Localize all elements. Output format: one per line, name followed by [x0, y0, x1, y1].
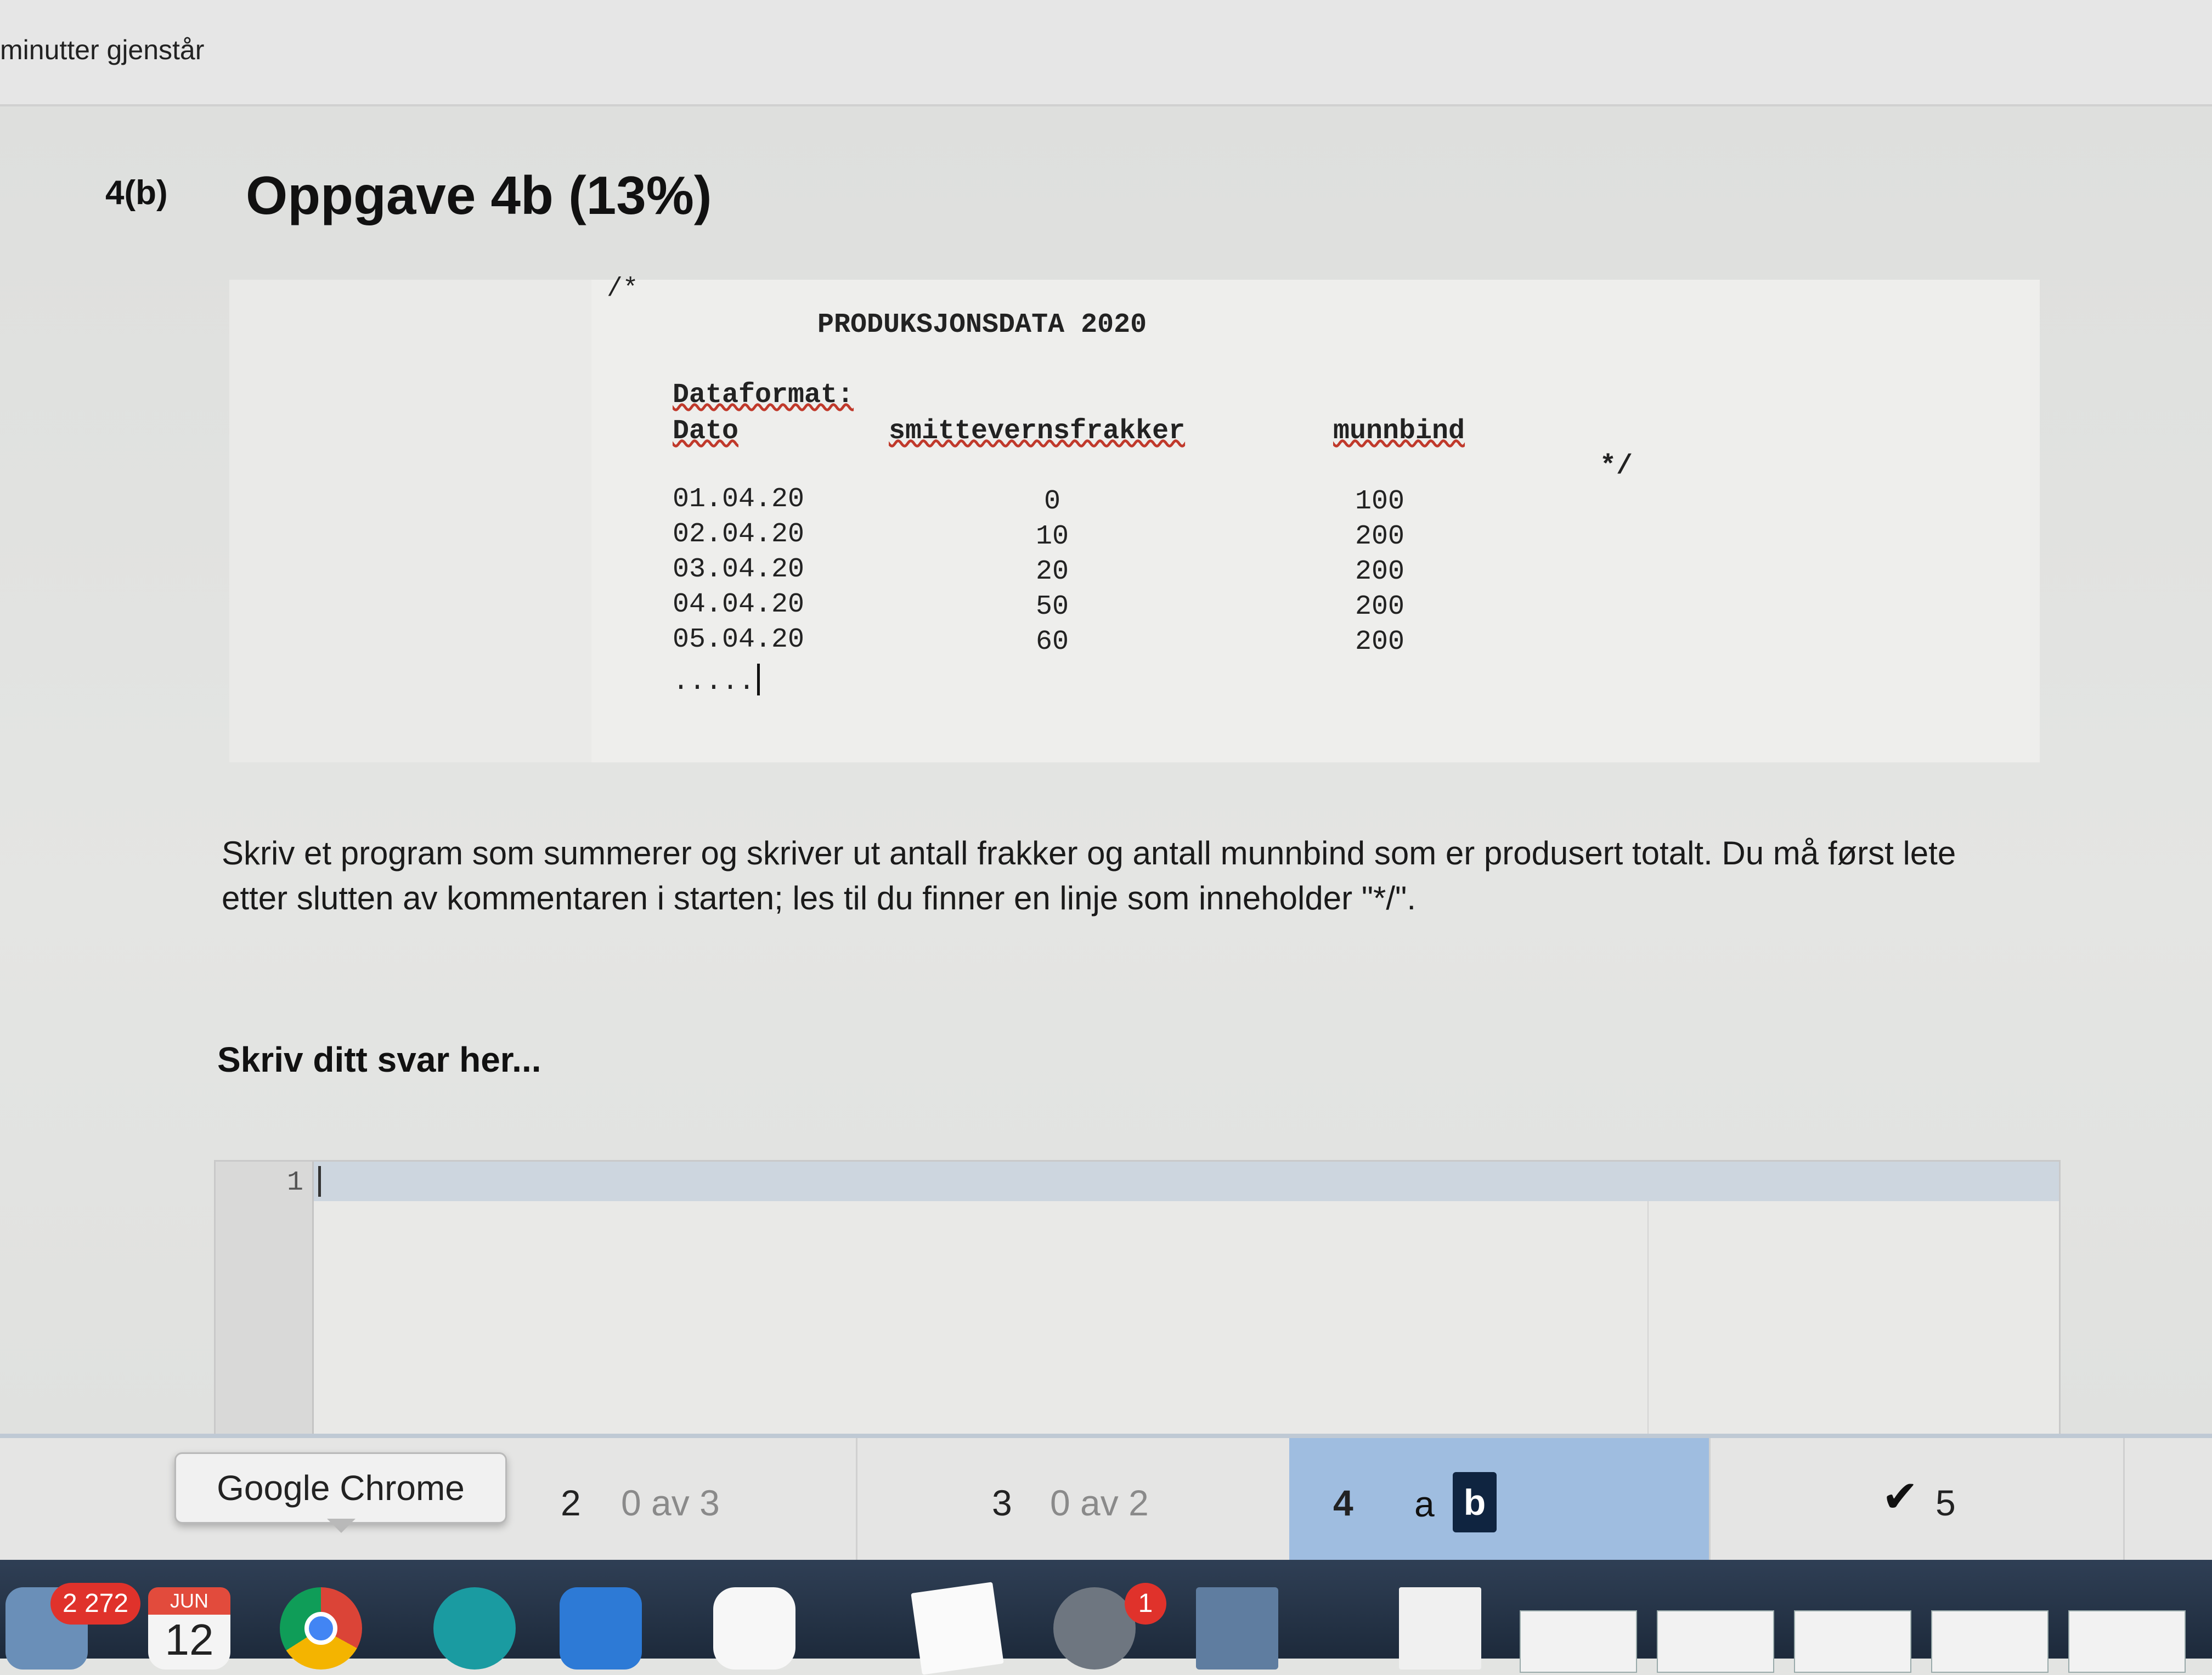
xcode-icon[interactable]	[560, 1587, 642, 1670]
row-date: 04.04.20	[673, 589, 805, 620]
nav-divider	[856, 1438, 857, 1564]
nav-status: 0 av 2	[1050, 1482, 1149, 1523]
line-number: 1	[286, 1167, 303, 1198]
question-number: 4(b)	[105, 174, 168, 212]
row-masks: 200	[1355, 626, 1405, 658]
column-coats: smittevernsfrakker	[889, 416, 1186, 447]
text-cursor	[757, 664, 760, 695]
row-coats: 60	[1035, 626, 1069, 658]
document-thumbnail[interactable]	[1520, 1610, 1637, 1673]
figure-heading: PRODUKSJONSDATA 2020	[817, 309, 1147, 341]
print-margin	[1647, 1201, 1649, 1442]
nav-item-4[interactable]: 4	[1289, 1438, 1709, 1564]
time-remaining: minutter gjenstår	[0, 35, 205, 65]
comment-open: /*	[607, 274, 639, 304]
nav-number: 5	[1936, 1482, 1956, 1523]
line-number-gutter: 1	[216, 1162, 314, 1447]
task-description: Skriv et program som summerer og skriver…	[222, 835, 1956, 916]
row-date: 03.04.20	[673, 554, 805, 585]
chrome-icon[interactable]	[280, 1587, 362, 1670]
figure-gutter	[229, 280, 591, 762]
row-date: 01.04.20	[673, 484, 805, 515]
calendar-month: JUN	[148, 1587, 230, 1615]
active-line[interactable]	[314, 1162, 2059, 1201]
chrome-center	[304, 1612, 337, 1645]
data-figure: /* PRODUKSJONSDATA 2020 Dataformat: Dato…	[229, 274, 2040, 762]
answer-label: Skriv ditt svar her...	[217, 1040, 541, 1079]
row-masks: 100	[1355, 486, 1405, 517]
nav-status: 0 av 3	[621, 1482, 720, 1523]
row-masks: 200	[1355, 556, 1405, 587]
nav-number: 2	[561, 1482, 581, 1523]
mail-badge: 2 272	[50, 1583, 141, 1625]
calendar-icon[interactable]: JUN 12	[148, 1587, 230, 1670]
nav-number: 3	[992, 1482, 1012, 1523]
column-masks: munnbind	[1333, 416, 1465, 447]
system-preferences-icon[interactable]	[1053, 1587, 1136, 1670]
nav-subitem-b[interactable]: b	[1453, 1472, 1497, 1532]
row-coats: 0	[1043, 486, 1060, 517]
ellipsis-text: .....	[673, 666, 755, 698]
document-icon[interactable]	[1399, 1587, 1481, 1670]
popcorn-time-icon[interactable]	[713, 1587, 795, 1670]
row-masks: 200	[1355, 591, 1405, 623]
dock: 2 272 JUN 12 1	[0, 1560, 2212, 1675]
nav-subitem-a[interactable]: a	[1414, 1483, 1435, 1525]
document-thumbnail[interactable]	[1931, 1610, 2049, 1673]
question-title: Oppgave 4b (13%)	[246, 165, 712, 225]
document-thumbnail[interactable]	[1794, 1610, 1911, 1673]
row-coats: 50	[1035, 591, 1069, 623]
row-date: 05.04.20	[673, 624, 805, 655]
row-coats: 10	[1035, 521, 1069, 552]
nav-divider	[1709, 1438, 1711, 1564]
checkmark-icon: ✔	[1882, 1472, 1919, 1521]
top-bar: minutter gjenstår	[0, 0, 2212, 106]
document-thumbnail[interactable]	[1657, 1610, 1774, 1673]
column-date: Dato	[673, 416, 739, 447]
tooltip-tail	[327, 1519, 356, 1533]
calendar-day: 12	[165, 1615, 214, 1664]
row-date: 02.04.20	[673, 519, 805, 550]
arduino-icon[interactable]	[433, 1587, 516, 1670]
nav-divider	[2123, 1438, 2125, 1564]
row-coats: 20	[1035, 556, 1069, 587]
dock-tooltip: Google Chrome	[174, 1452, 507, 1524]
ellipsis-row: .....	[673, 664, 760, 698]
nav-number: 4	[1333, 1482, 1353, 1523]
format-label: Dataformat:	[673, 380, 854, 411]
editor-caret	[318, 1166, 321, 1197]
preview-icon[interactable]	[1196, 1587, 1278, 1670]
row-masks: 200	[1355, 521, 1405, 552]
preferences-badge: 1	[1125, 1583, 1166, 1625]
comment-close: */	[1600, 451, 1633, 482]
code-editor[interactable]: 1	[214, 1160, 2061, 1448]
textedit-icon[interactable]	[911, 1582, 1004, 1675]
document-thumbnail[interactable]	[2068, 1610, 2186, 1673]
